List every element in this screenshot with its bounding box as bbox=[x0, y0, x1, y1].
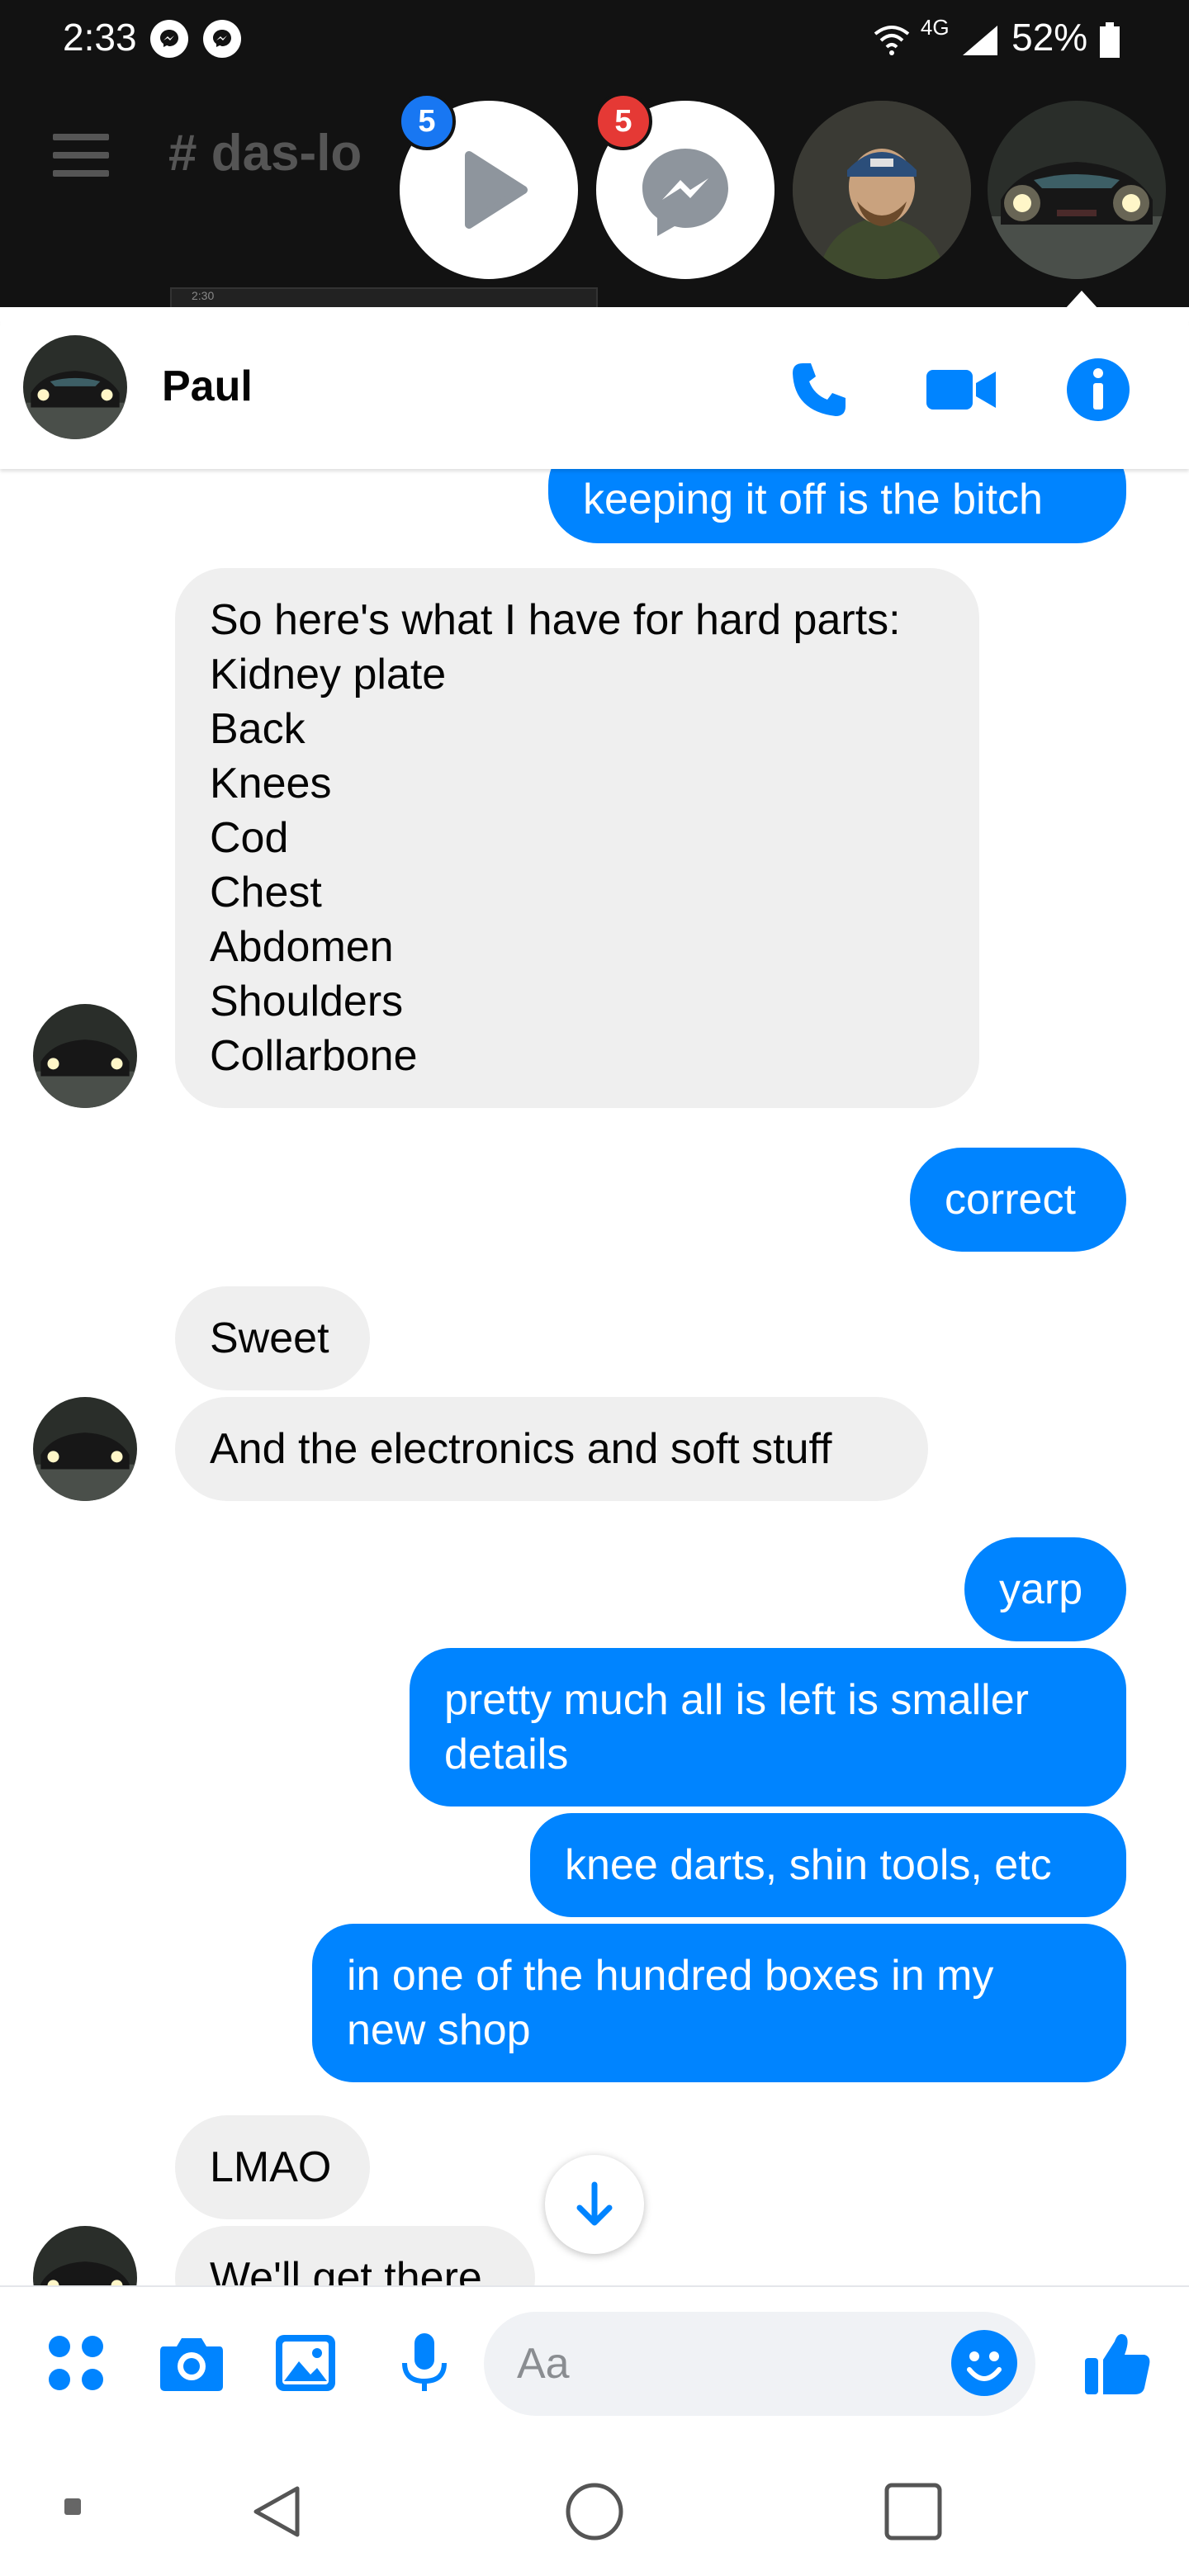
video-call-icon[interactable] bbox=[925, 357, 996, 423]
back-icon[interactable] bbox=[248, 2482, 307, 2541]
incoming-message[interactable]: And the electronics and soft stuff bbox=[175, 1397, 928, 1501]
chat-head-pointer bbox=[1065, 291, 1098, 309]
phone-call-icon[interactable] bbox=[786, 357, 852, 423]
outgoing-message[interactable]: yarp bbox=[964, 1537, 1126, 1641]
battery-icon bbox=[1100, 21, 1120, 58]
scroll-to-bottom-button[interactable] bbox=[545, 2155, 644, 2254]
person-chat-head[interactable] bbox=[793, 101, 971, 279]
contact-chat-head[interactable] bbox=[988, 101, 1166, 279]
person-avatar-image bbox=[793, 101, 971, 279]
camera-icon[interactable] bbox=[157, 2330, 223, 2396]
contact-avatar[interactable] bbox=[33, 2226, 137, 2285]
emoji-icon[interactable] bbox=[950, 2328, 1019, 2398]
contact-name[interactable]: Paul bbox=[162, 362, 253, 411]
contact-avatar[interactable] bbox=[33, 1397, 137, 1501]
signal-icon bbox=[963, 25, 998, 55]
message-list[interactable]: keeping it off is the bitch So here's wh… bbox=[0, 469, 1189, 2285]
outgoing-message[interactable]: keeping it off is the bitch bbox=[548, 469, 1126, 543]
system-navigation-bar bbox=[0, 2447, 1189, 2576]
incoming-message[interactable]: We'll get there bbox=[175, 2226, 535, 2285]
nav-dot-icon bbox=[64, 2498, 81, 2515]
outgoing-message[interactable]: in one of the hundred boxes in my new sh… bbox=[312, 1924, 1126, 2082]
home-icon[interactable] bbox=[565, 2482, 624, 2541]
unread-badge: 5 bbox=[594, 92, 652, 150]
contact-avatar[interactable] bbox=[23, 335, 127, 439]
menu-icon bbox=[53, 134, 109, 177]
battery-percent: 52% bbox=[1011, 16, 1088, 59]
channel-name: # das-lo bbox=[168, 125, 362, 182]
chat-panel: Paul keeping it off is the bitch So here… bbox=[0, 307, 1189, 2447]
recents-icon[interactable] bbox=[883, 2482, 943, 2541]
incoming-message[interactable]: Sweet bbox=[175, 1286, 370, 1390]
wifi-icon bbox=[874, 25, 910, 55]
status-indicators: 4G 52% bbox=[874, 15, 1121, 59]
chat-header: Paul bbox=[0, 307, 1189, 469]
car-avatar-image bbox=[988, 101, 1166, 279]
microphone-icon[interactable] bbox=[391, 2330, 457, 2396]
thumbs-up-icon[interactable] bbox=[1082, 2327, 1153, 2398]
messenger-notification-icon bbox=[203, 20, 241, 58]
messenger-notification-icon bbox=[150, 20, 188, 58]
outgoing-message[interactable]: knee darts, shin tools, etc bbox=[530, 1813, 1126, 1917]
unread-badge: 5 bbox=[398, 92, 456, 150]
more-apps-icon[interactable] bbox=[43, 2330, 109, 2396]
contact-avatar[interactable] bbox=[33, 1004, 137, 1108]
incoming-message[interactable]: So here's what I have for hard parts: Ki… bbox=[175, 568, 979, 1108]
incoming-message[interactable]: LMAO bbox=[175, 2115, 370, 2219]
status-bar: 2:33 4G 52% bbox=[0, 0, 1189, 79]
status-time: 2:33 bbox=[63, 16, 137, 59]
arrow-down-icon bbox=[576, 2181, 613, 2226]
gallery-icon[interactable] bbox=[272, 2330, 339, 2396]
outgoing-message[interactable]: pretty much all is left is smaller detai… bbox=[410, 1648, 1126, 1807]
screenshot-time: 2:30 bbox=[192, 289, 215, 302]
outgoing-message[interactable]: correct bbox=[910, 1148, 1126, 1252]
info-icon[interactable] bbox=[1065, 357, 1131, 423]
network-type: 4G bbox=[920, 15, 950, 40]
